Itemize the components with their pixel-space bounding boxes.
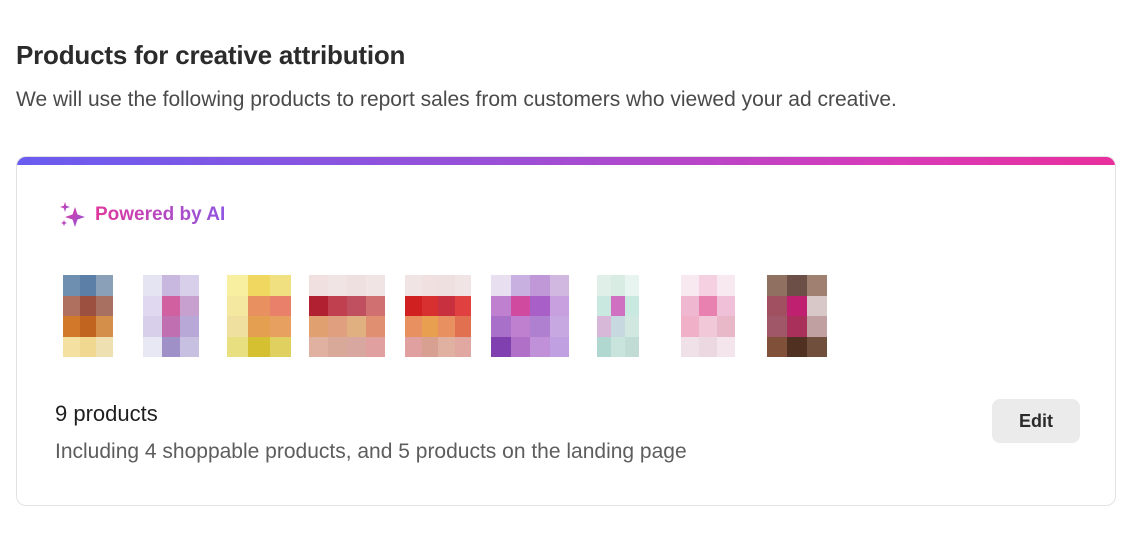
product-thumbnail-9 <box>767 275 827 357</box>
product-thumbnail-7 <box>597 275 639 357</box>
product-thumbnails <box>61 275 1061 357</box>
product-description: Including 4 shoppable products, and 5 pr… <box>55 440 687 463</box>
page-title: Products for creative attribution <box>16 40 406 70</box>
attribution-card: Powered by AI 9 products Including 4 sho… <box>16 156 1116 506</box>
ai-badge: Powered by AI <box>57 199 225 231</box>
product-thumbnail-1 <box>63 275 113 357</box>
product-thumbnail-6 <box>491 275 569 357</box>
page-subtitle: We will use the following products to re… <box>16 88 897 111</box>
accent-gradient-bar <box>17 157 1115 165</box>
product-thumbnail-3 <box>227 275 291 357</box>
product-thumbnail-5 <box>405 275 471 357</box>
ai-badge-label: Powered by AI <box>95 204 226 225</box>
product-thumbnail-4 <box>309 275 385 357</box>
product-thumbnail-2 <box>143 275 199 357</box>
edit-button[interactable]: Edit <box>992 399 1080 443</box>
sparkles-icon <box>60 202 85 227</box>
product-thumbnail-8 <box>681 275 735 357</box>
product-count: 9 products <box>55 401 158 426</box>
